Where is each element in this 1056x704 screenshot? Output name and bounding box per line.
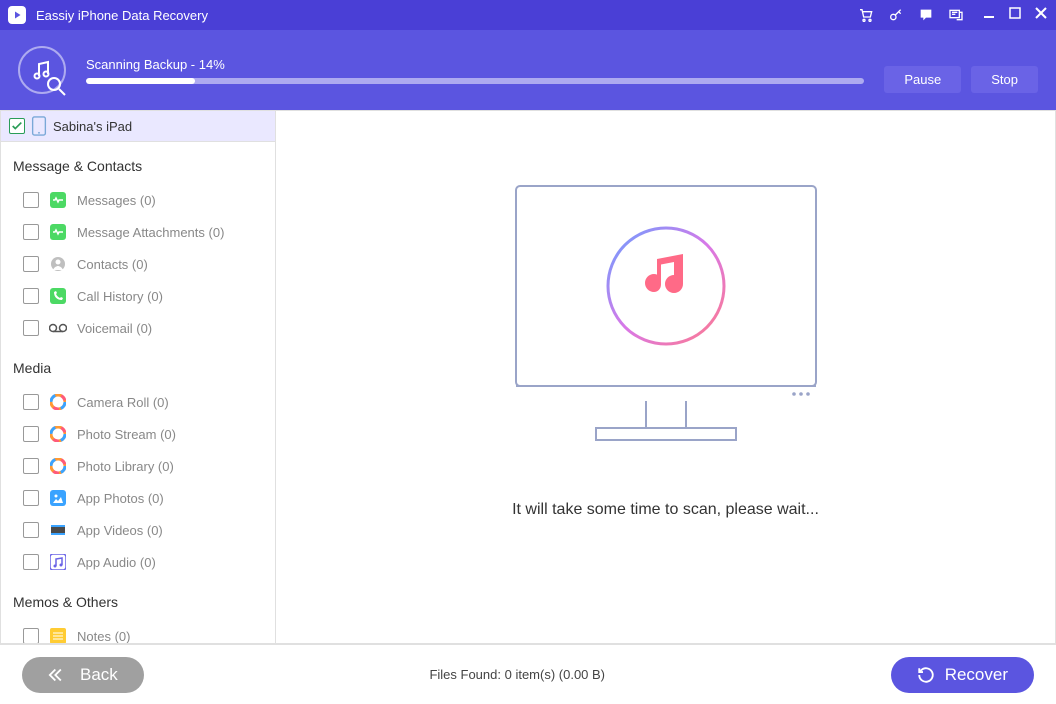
item-label: App Videos (0) <box>77 523 163 538</box>
footer: Back Files Found: 0 item(s) (0.00 B) Rec… <box>0 644 1056 704</box>
camera-roll-icon <box>47 391 69 413</box>
sidebar-item-voicemail[interactable]: Voicemail (0) <box>1 312 275 344</box>
recover-label: Recover <box>945 665 1008 685</box>
group-title: Memos & Others <box>1 578 275 620</box>
sidebar-item-contacts[interactable]: Contacts (0) <box>1 248 275 280</box>
pause-button[interactable]: Pause <box>884 66 961 93</box>
app-videos-icon <box>47 519 69 541</box>
progress-bar <box>86 78 864 84</box>
item-label: App Audio (0) <box>77 555 156 570</box>
device-name: Sabina's iPad <box>53 119 132 134</box>
sidebar[interactable]: Sabina's iPad Message & Contacts Messages… <box>1 111 276 643</box>
item-checkbox[interactable] <box>23 256 39 272</box>
feedback-icon[interactable] <box>948 7 964 23</box>
item-checkbox[interactable] <box>23 628 39 643</box>
item-label: Messages (0) <box>77 193 156 208</box>
item-label: Photo Library (0) <box>77 459 174 474</box>
sidebar-item-photo-library[interactable]: Photo Library (0) <box>1 450 275 482</box>
item-label: Notes (0) <box>77 629 130 644</box>
photo-library-icon <box>47 455 69 477</box>
minimize-button[interactable] <box>982 6 996 25</box>
ipad-icon <box>31 116 47 136</box>
main-panel: It will take some time to scan, please w… <box>276 111 1055 643</box>
device-row[interactable]: Sabina's iPad <box>1 111 275 142</box>
app-photos-icon <box>47 487 69 509</box>
item-checkbox[interactable] <box>23 426 39 442</box>
item-checkbox[interactable] <box>23 458 39 474</box>
item-checkbox[interactable] <box>23 192 39 208</box>
progress-header: Scanning Backup - 14% Pause Stop <box>0 30 1056 110</box>
app-audio-icon <box>47 551 69 573</box>
cart-icon[interactable] <box>858 7 874 23</box>
recover-button[interactable]: Recover <box>891 657 1034 693</box>
sidebar-item-msg-attach[interactable]: Message Attachments (0) <box>1 216 275 248</box>
sidebar-item-app-photos[interactable]: App Photos (0) <box>1 482 275 514</box>
app-title: Eassiy iPhone Data Recovery <box>36 8 858 23</box>
close-button[interactable] <box>1034 6 1048 25</box>
item-checkbox[interactable] <box>23 490 39 506</box>
voicemail-icon <box>47 317 69 339</box>
item-checkbox[interactable] <box>23 394 39 410</box>
call-history-icon <box>47 285 69 307</box>
item-checkbox[interactable] <box>23 224 39 240</box>
sidebar-item-messages[interactable]: Messages (0) <box>1 184 275 216</box>
sidebar-item-photo-stream[interactable]: Photo Stream (0) <box>1 418 275 450</box>
item-checkbox[interactable] <box>23 288 39 304</box>
messages-icon <box>47 189 69 211</box>
title-bar: Eassiy iPhone Data Recovery <box>0 0 1056 30</box>
back-button[interactable]: Back <box>22 657 144 693</box>
back-label: Back <box>80 665 118 685</box>
sidebar-item-app-videos[interactable]: App Videos (0) <box>1 514 275 546</box>
monitor-illustration <box>496 176 836 451</box>
device-checkbox[interactable] <box>9 118 25 134</box>
item-checkbox[interactable] <box>23 522 39 538</box>
item-checkbox[interactable] <box>23 554 39 570</box>
progress-label: Scanning Backup - 14% <box>86 57 864 72</box>
stop-button[interactable]: Stop <box>971 66 1038 93</box>
body-area: Sabina's iPad Message & Contacts Messages… <box>0 110 1056 644</box>
sidebar-item-camera-roll[interactable]: Camera Roll (0) <box>1 386 275 418</box>
group-title: Media <box>1 344 275 386</box>
sidebar-item-app-audio[interactable]: App Audio (0) <box>1 546 275 578</box>
wait-text: It will take some time to scan, please w… <box>512 501 819 519</box>
window-controls <box>982 6 1048 25</box>
sidebar-item-notes[interactable]: Notes (0) <box>1 620 275 643</box>
footer-status: Files Found: 0 item(s) (0.00 B) <box>144 667 891 682</box>
titlebar-actions <box>858 7 964 23</box>
maximize-button[interactable] <box>1008 6 1022 25</box>
group-title: Message & Contacts <box>1 142 275 184</box>
progress-fill <box>86 78 195 84</box>
contacts-icon <box>47 253 69 275</box>
item-label: Voicemail (0) <box>77 321 152 336</box>
item-label: Call History (0) <box>77 289 163 304</box>
item-label: App Photos (0) <box>77 491 164 506</box>
scan-icon <box>18 46 66 94</box>
key-icon[interactable] <box>888 7 904 23</box>
msg-attach-icon <box>47 221 69 243</box>
chat-icon[interactable] <box>918 7 934 23</box>
notes-icon <box>47 625 69 643</box>
progress-main: Scanning Backup - 14% <box>86 57 864 84</box>
item-label: Contacts (0) <box>77 257 148 272</box>
item-checkbox[interactable] <box>23 320 39 336</box>
photo-stream-icon <box>47 423 69 445</box>
item-label: Photo Stream (0) <box>77 427 176 442</box>
item-label: Camera Roll (0) <box>77 395 169 410</box>
sidebar-item-call-history[interactable]: Call History (0) <box>1 280 275 312</box>
app-logo <box>8 6 26 24</box>
item-label: Message Attachments (0) <box>77 225 224 240</box>
